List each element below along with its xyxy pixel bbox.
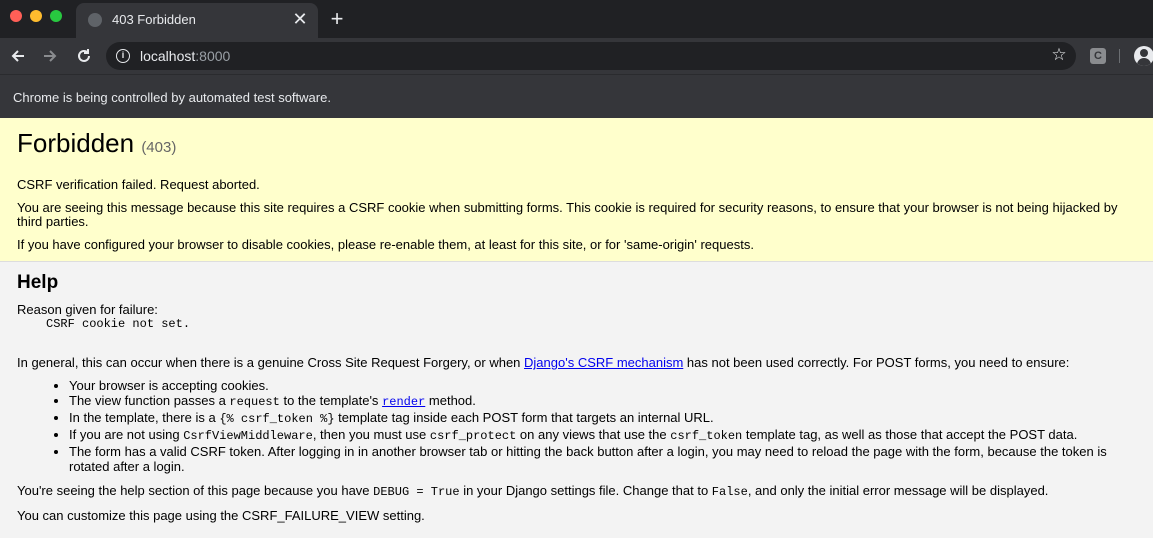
- reason-value: CSRF cookie not set.: [46, 317, 191, 331]
- url-text[interactable]: localhost:8000: [140, 48, 230, 64]
- requirements-list: Your browser is accepting cookies. The v…: [17, 378, 1136, 474]
- toolbar-divider: [1119, 49, 1120, 63]
- browser-toolbar: i localhost:8000 ☆ C: [0, 38, 1153, 74]
- window-minimize-button[interactable]: [30, 10, 42, 22]
- list-item: The form has a valid CSRF token. After l…: [69, 444, 1136, 474]
- summary-line-1: CSRF verification failed. Request aborte…: [17, 177, 260, 192]
- extension-icon[interactable]: C: [1090, 48, 1106, 64]
- window-close-button[interactable]: [10, 10, 22, 22]
- info-icon[interactable]: i: [116, 49, 130, 63]
- reload-icon[interactable]: [72, 44, 96, 68]
- star-icon[interactable]: ☆: [1049, 45, 1069, 65]
- address-bar[interactable]: i localhost:8000 ☆: [106, 42, 1076, 70]
- csrf-docs-link[interactable]: Django's CSRF mechanism: [524, 355, 683, 370]
- list-item: The view function passes a request to th…: [69, 393, 1136, 410]
- list-item: If you are not using CsrfViewMiddleware,…: [69, 427, 1136, 444]
- tab-active[interactable]: 403 Forbidden ✕: [76, 3, 318, 38]
- reason-label: Reason given for failure:: [17, 302, 158, 317]
- tab-title: 403 Forbidden: [112, 12, 196, 27]
- help-heading: Help: [17, 272, 59, 293]
- status-code: (403): [141, 139, 177, 156]
- page-title: Forbidden (403): [17, 128, 177, 158]
- automation-notice: Chrome is being controlled by automated …: [13, 90, 331, 105]
- render-link[interactable]: render: [382, 395, 425, 409]
- summary-section: Forbidden (403) CSRF verification failed…: [0, 118, 1153, 262]
- profile-icon[interactable]: [1134, 46, 1153, 66]
- page-content: Forbidden (403) CSRF verification failed…: [0, 118, 1153, 538]
- automation-infobar: Chrome is being controlled by automated …: [0, 74, 1153, 118]
- window-maximize-button[interactable]: [50, 10, 62, 22]
- list-item: Your browser is accepting cookies.: [69, 378, 1136, 393]
- summary-line-3: If you have configured your browser to d…: [17, 237, 754, 252]
- help-section: Help Reason given for failure: CSRF cook…: [0, 262, 1153, 533]
- forward-arrow-icon[interactable]: [38, 44, 62, 68]
- customize-paragraph: You can customize this page using the CS…: [17, 508, 425, 523]
- tab-strip: 403 Forbidden ✕ +: [0, 0, 1153, 38]
- list-item: In the template, there is a {% csrf_toke…: [69, 410, 1136, 427]
- plus-icon[interactable]: +: [327, 8, 347, 30]
- summary-line-2: You are seeing this message because this…: [17, 200, 1118, 229]
- general-paragraph: In general, this can occur when there is…: [17, 355, 1070, 370]
- globe-icon: [88, 13, 102, 27]
- debug-paragraph: You're seeing the help section of this p…: [17, 483, 1049, 500]
- back-arrow-icon[interactable]: [6, 44, 30, 68]
- close-icon[interactable]: ✕: [290, 9, 310, 29]
